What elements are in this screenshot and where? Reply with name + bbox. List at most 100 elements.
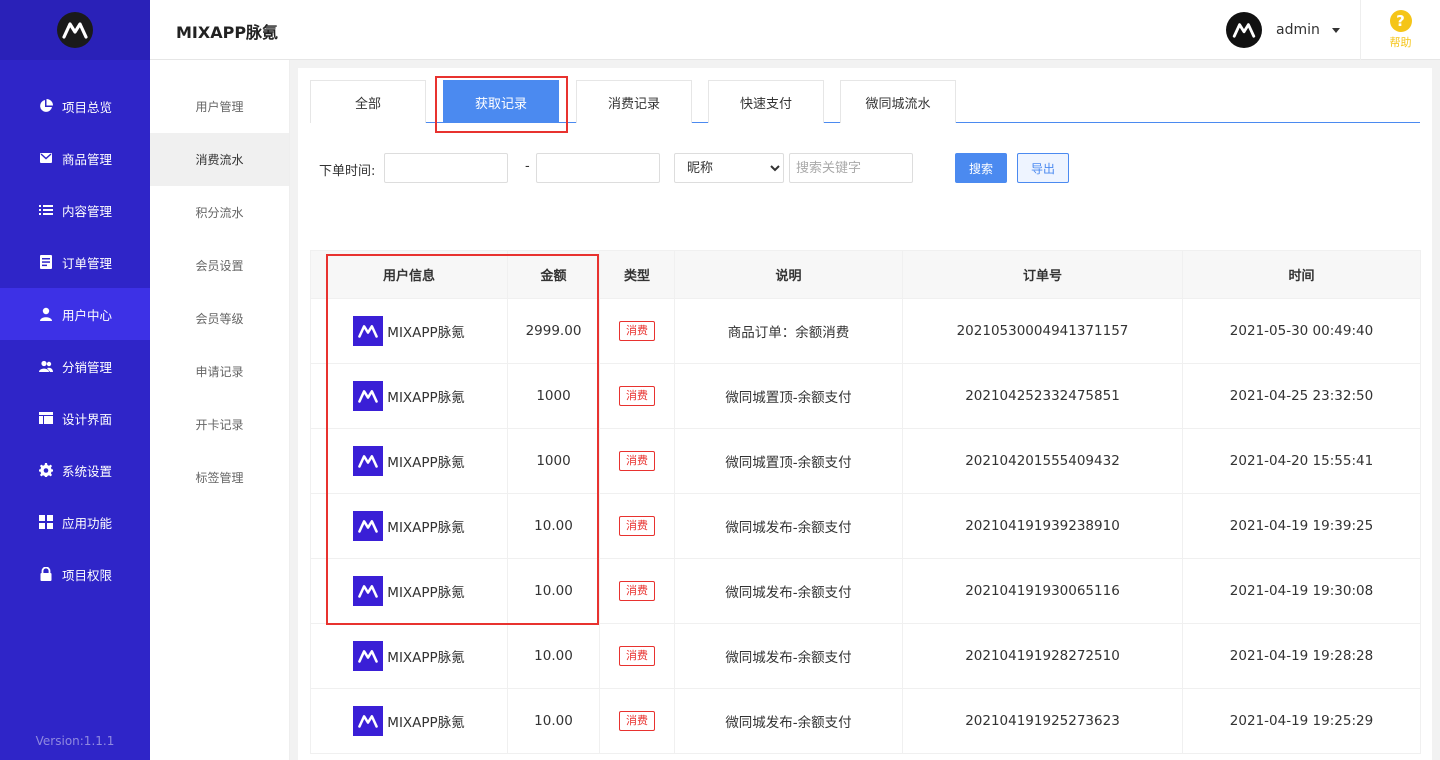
col-type: 类型 [599, 250, 675, 299]
tab-city-flow[interactable]: 微同城流水 [840, 80, 956, 123]
user-info: MIXAPP脉氪 [311, 706, 507, 736]
tab-consume-records[interactable]: 消费记录 [576, 80, 692, 123]
subnav-item-member-levels[interactable]: 会员等级 [150, 292, 289, 345]
col-time: 时间 [1182, 250, 1421, 299]
sidebar-item-label: 应用功能 [62, 515, 113, 531]
sidebar-item-content[interactable]: 内容管理 [0, 184, 150, 236]
sidebar-item-label: 分销管理 [62, 359, 113, 375]
order-number-cell: 202104191928272510 [902, 623, 1183, 689]
help-button[interactable]: ? 帮助 [1360, 0, 1440, 60]
time-cell: 2021-05-30 00:49:40 [1182, 298, 1421, 364]
user-name: MIXAPP脉氪 [387, 455, 465, 471]
user-logo-icon [353, 706, 384, 736]
user-info: MIXAPP脉氪 [311, 446, 507, 476]
tab-earn-records[interactable]: 获取记录 [443, 80, 559, 123]
subnav-item-member-settings[interactable]: 会员设置 [150, 239, 289, 292]
description-cell: 微同城发布-余额支付 [674, 688, 903, 754]
user-info-cell: MIXAPP脉氪 [310, 688, 508, 754]
sidebar-item-settings[interactable]: 系统设置 [0, 444, 150, 496]
subnav-item-points-flow[interactable]: 积分流水 [150, 186, 289, 239]
time-cell: 2021-04-19 19:30:08 [1182, 558, 1421, 624]
envelope-icon [38, 150, 54, 166]
top-header: MIXAPP脉氪 admin ? 帮助 [150, 0, 1440, 60]
sidebar: 项目总览 商品管理 内容管理 订单管理 用户中心 分销管理 设计界面 系统设置 [0, 0, 150, 760]
order-number-cell: 202104191930065116 [902, 558, 1183, 624]
amount-cell: 10.00 [507, 688, 600, 754]
user-menu[interactable]: admin [1226, 10, 1340, 50]
type-cell: 消费 [599, 623, 675, 689]
description-cell: 微同城发布-余额支付 [674, 623, 903, 689]
type-badge: 消费 [619, 646, 655, 666]
user-info: MIXAPP脉氪 [311, 576, 507, 606]
subnav-item-consumption-flow[interactable]: 消费流水 [150, 133, 289, 186]
type-badge: 消费 [619, 711, 655, 731]
user-logo-icon [353, 381, 384, 411]
caret-down-icon [1331, 27, 1340, 33]
type-cell: 消费 [599, 688, 675, 754]
description-cell: 微同城置顶-余额支付 [674, 428, 903, 494]
order-number-cell: 202104252332475851 [902, 363, 1183, 429]
logo-icon[interactable] [57, 12, 93, 48]
question-icon: ? [1389, 10, 1412, 32]
avatar [1226, 12, 1262, 48]
user-info-cell: MIXAPP脉氪 [310, 428, 508, 494]
export-button[interactable]: 导出 [1017, 153, 1069, 183]
lock-icon [38, 566, 54, 582]
sidebar-item-design[interactable]: 设计界面 [0, 392, 150, 444]
subnav-item-user-management[interactable]: 用户管理 [150, 80, 289, 133]
sidebar-item-permissions[interactable]: 项目权限 [0, 548, 150, 600]
amount-cell: 10.00 [507, 558, 600, 624]
user-info-cell: MIXAPP脉氪 [310, 363, 508, 429]
pie-chart-icon [38, 98, 54, 114]
tab-bar: 全部 获取记录 消费记录 快速支付 微同城流水 [310, 80, 1420, 123]
user-logo-icon [353, 641, 384, 671]
user-info-cell: MIXAPP脉氪 [310, 558, 508, 624]
description-cell: 商品订单：余额消费 [674, 298, 903, 364]
type-cell: 消费 [599, 428, 675, 494]
table-row: MIXAPP脉氪 10.00 消费 微同城发布-余额支付 202104191939238… [310, 493, 1421, 559]
layout-icon [38, 410, 54, 426]
gear-icon [38, 462, 54, 478]
search-input[interactable] [789, 153, 913, 183]
user-info: MIXAPP脉氪 [311, 511, 507, 541]
sidebar-item-distribution[interactable]: 分销管理 [0, 340, 150, 392]
type-cell: 消费 [599, 363, 675, 429]
tab-all[interactable]: 全部 [310, 80, 426, 123]
type-cell: 消费 [599, 558, 675, 624]
sidebar-item-user-center[interactable]: 用户中心 [0, 288, 150, 340]
time-cell: 2021-04-19 19:39:25 [1182, 493, 1421, 559]
tab-quick-pay[interactable]: 快速支付 [708, 80, 824, 123]
records-table: 用户信息 金额 类型 说明 订单号 时间 MIXAPP脉氪 2999.00 消费 商品… [310, 250, 1421, 754]
subnav-item-applications[interactable]: 申请记录 [150, 345, 289, 398]
type-badge: 消费 [619, 451, 655, 471]
type-cell: 消费 [599, 298, 675, 364]
search-button[interactable]: 搜索 [955, 153, 1007, 183]
sidebar-item-label: 内容管理 [62, 203, 113, 219]
type-badge: 消费 [619, 516, 655, 536]
col-order-no: 订单号 [902, 250, 1183, 299]
type-badge: 消费 [619, 321, 655, 341]
range-separator: - [525, 159, 530, 174]
user-info-cell: MIXAPP脉氪 [310, 493, 508, 559]
order-number-cell: 202104191939238910 [902, 493, 1183, 559]
field-select[interactable]: 昵称 [674, 153, 784, 183]
sidebar-nav: 项目总览 商品管理 内容管理 订单管理 用户中心 分销管理 设计界面 系统设置 [0, 80, 150, 600]
user-info: MIXAPP脉氪 [311, 381, 507, 411]
table-row: MIXAPP脉氪 10.00 消费 微同城发布-余额支付 202104191925273… [310, 688, 1421, 754]
time-cell: 2021-04-20 15:55:41 [1182, 428, 1421, 494]
type-badge: 消费 [619, 581, 655, 601]
date-end-input[interactable] [536, 153, 660, 183]
sidebar-item-apps[interactable]: 应用功能 [0, 496, 150, 548]
subnav-item-tag-management[interactable]: 标签管理 [150, 451, 289, 504]
sidebar-item-label: 系统设置 [62, 463, 113, 479]
sidebar-item-overview[interactable]: 项目总览 [0, 80, 150, 132]
sidebar-item-orders[interactable]: 订单管理 [0, 236, 150, 288]
user-logo-icon [353, 576, 384, 606]
subnav-item-card-records[interactable]: 开卡记录 [150, 398, 289, 451]
user-name: MIXAPP脉氪 [387, 715, 465, 731]
table-header-row: 用户信息 金额 类型 说明 订单号 时间 [310, 250, 1421, 299]
table-row: MIXAPP脉氪 10.00 消费 微同城发布-余额支付 202104191930065… [310, 558, 1421, 624]
sub-nav: 用户管理 消费流水 积分流水 会员设置 会员等级 申请记录 开卡记录 标签管理 [150, 60, 290, 760]
sidebar-item-products[interactable]: 商品管理 [0, 132, 150, 184]
date-start-input[interactable] [384, 153, 508, 183]
